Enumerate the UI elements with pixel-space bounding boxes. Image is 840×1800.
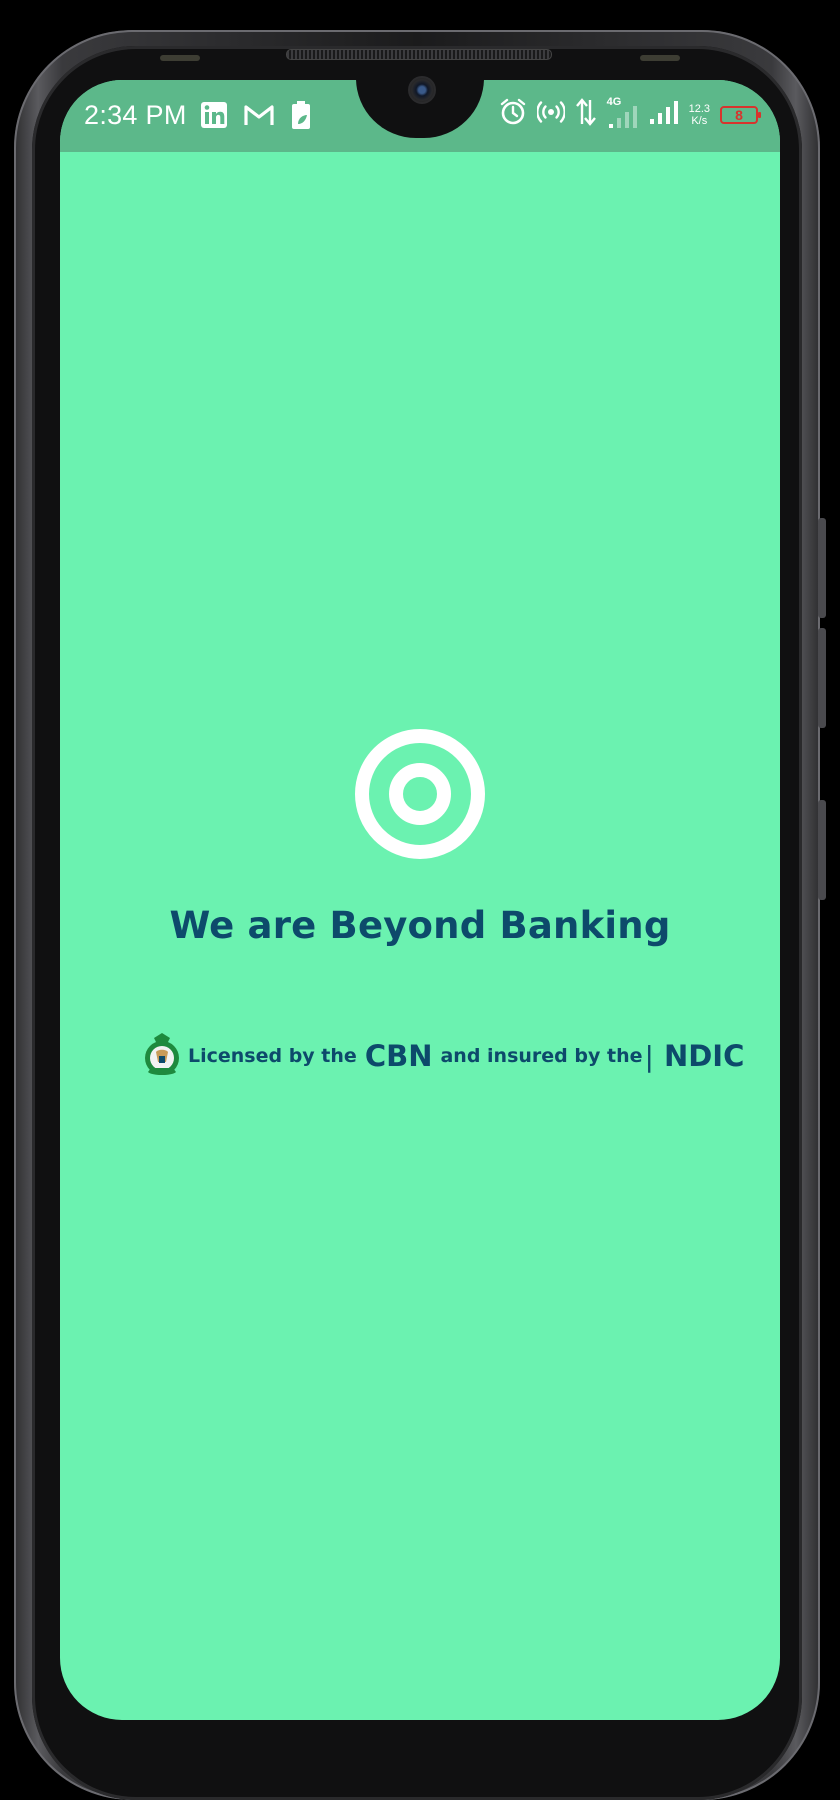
hotspot-icon bbox=[535, 99, 566, 130]
battery-saver-icon bbox=[290, 100, 312, 135]
status-time: 2:34 PM bbox=[84, 100, 187, 130]
volume-down-button bbox=[818, 628, 826, 728]
network-speed-unit: K/s bbox=[691, 114, 708, 127]
signal-icon bbox=[649, 99, 679, 130]
linkedin-icon bbox=[200, 101, 228, 134]
earpiece-speaker bbox=[286, 49, 552, 60]
data-arrows-icon bbox=[575, 98, 597, 131]
light-sensor bbox=[640, 55, 680, 61]
app-screen: 2:34 PM 4G 12.3 K/s 8 We are Beyond Bank… bbox=[60, 80, 780, 1720]
power-button bbox=[818, 800, 826, 900]
battery-level: 8 bbox=[735, 106, 743, 123]
proximity-sensor bbox=[160, 55, 200, 61]
gmail-icon bbox=[244, 103, 274, 132]
network-speed-value: 12.3 bbox=[688, 102, 710, 115]
license-prefix: Licensed by the bbox=[188, 1045, 357, 1067]
cbn-label: CBN bbox=[364, 1039, 433, 1073]
target-ring-logo-icon bbox=[355, 729, 485, 859]
ndic-label: NDIC bbox=[663, 1039, 745, 1073]
license-middle: and insured by the bbox=[440, 1045, 643, 1067]
tagline: We are Beyond Banking bbox=[169, 904, 671, 947]
license-separator: | bbox=[644, 1039, 654, 1073]
network-speed: 12.3 K/s bbox=[689, 103, 710, 127]
alarm-icon bbox=[499, 98, 527, 131]
signal-4g-icon: 4G bbox=[607, 96, 639, 130]
battery-icon: 8 bbox=[720, 105, 761, 124]
system-status-icons: 4G 12.3 K/s 8 bbox=[499, 96, 761, 131]
cbn-seal-icon bbox=[145, 1033, 179, 1075]
license-statement: Licensed by the CBN and insured by the |… bbox=[142, 1028, 752, 1084]
front-camera bbox=[408, 76, 436, 104]
volume-up-button bbox=[818, 518, 826, 618]
notification-icons bbox=[200, 100, 312, 135]
